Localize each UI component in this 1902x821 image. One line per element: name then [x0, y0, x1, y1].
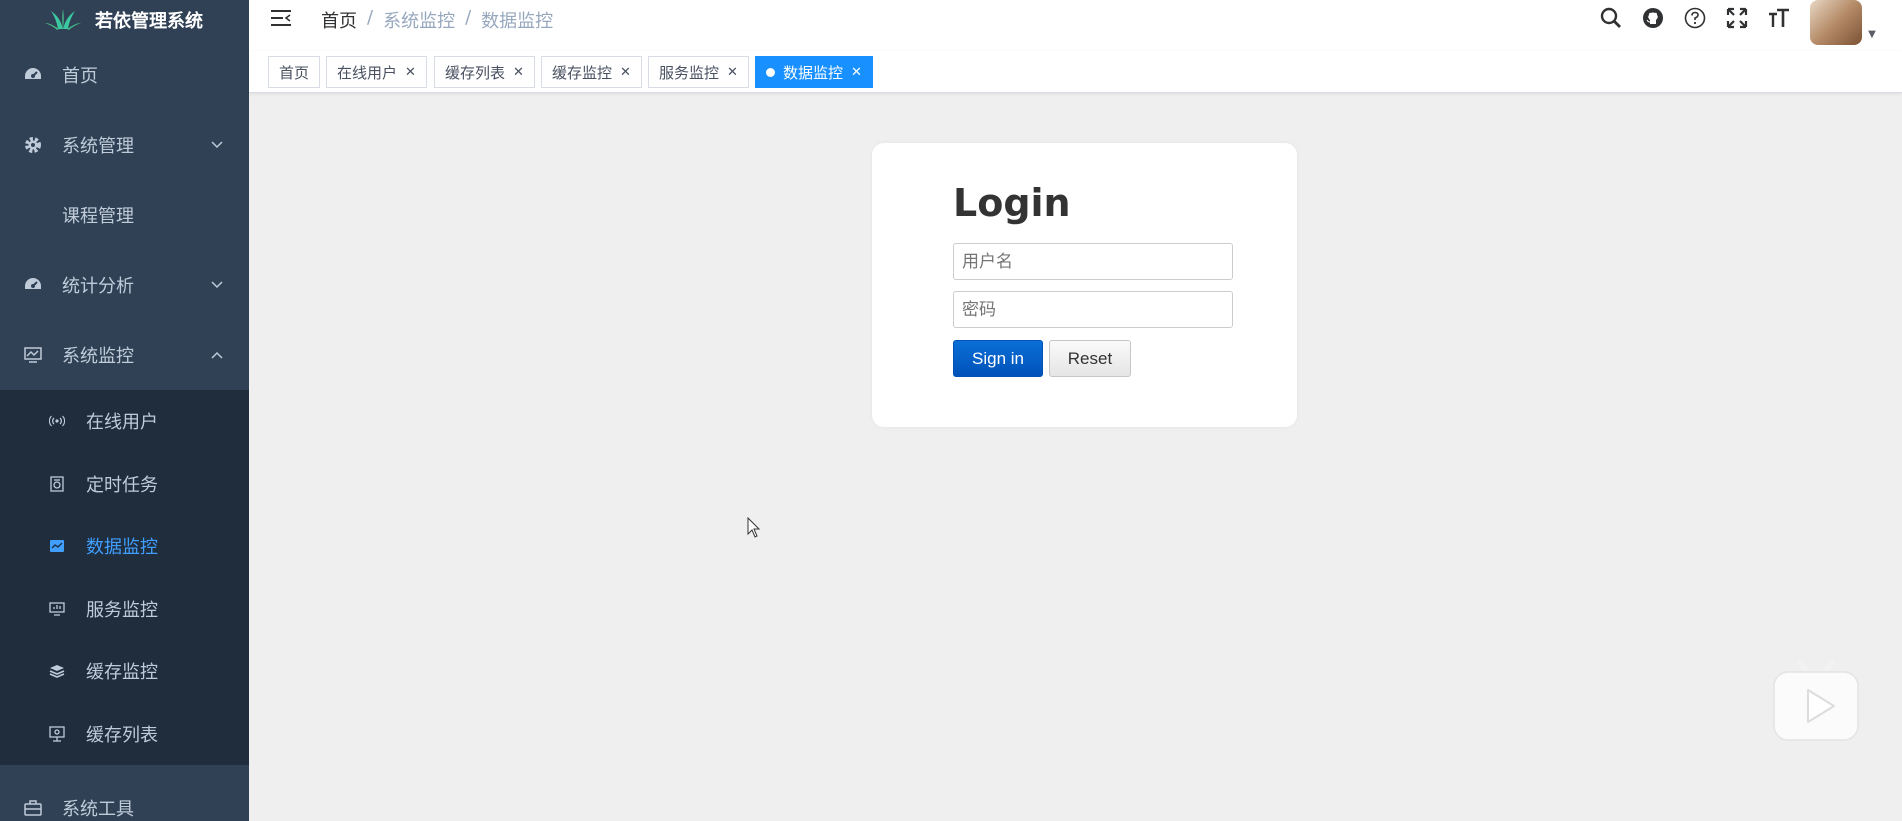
close-icon[interactable]: ✕: [620, 65, 631, 80]
sidebar-item-label: 数据监控: [86, 537, 158, 559]
sidebar-item-label: 系统工具: [62, 799, 134, 820]
tag-server-monitor[interactable]: 服务监控 ✕: [648, 56, 749, 88]
dashboard-icon: [24, 66, 42, 84]
tag-cache-monitor[interactable]: 缓存监控 ✕: [541, 56, 642, 88]
gear-icon: [24, 136, 42, 154]
tag-home[interactable]: 首页: [268, 56, 321, 88]
sidebar-item-label: 定时任务: [86, 474, 158, 496]
sidebar-item-jobs[interactable]: 定时任务: [0, 453, 249, 516]
sign-in-button[interactable]: Sign in: [953, 340, 1043, 377]
sidebar-item-online-users[interactable]: 在线用户: [0, 390, 249, 453]
username-input[interactable]: [953, 243, 1233, 280]
sidebar-item-label: 服务监控: [86, 599, 158, 621]
fullscreen-icon[interactable]: [1716, 0, 1758, 36]
tag-data-monitor[interactable]: 数据监控 ✕: [755, 56, 873, 88]
logo-icon: [45, 9, 81, 30]
sidebar-item-monitor[interactable]: 系统监控: [0, 320, 249, 390]
close-icon[interactable]: ✕: [727, 65, 738, 80]
sidebar: 若依管理系统 首页 系统管理 课程管理 统计分析 系统监控 在线用户 定时任务 …: [0, 0, 249, 821]
caret-down-icon[interactable]: ▼: [1862, 0, 1882, 40]
app-title: 若依管理系统: [95, 11, 203, 32]
close-icon[interactable]: ✕: [851, 65, 862, 80]
play-icon: [1773, 660, 1859, 741]
sidebar-item-system[interactable]: 系统管理: [0, 110, 249, 180]
reset-button[interactable]: Reset: [1049, 340, 1131, 377]
breadcrumb-separator: /: [465, 7, 472, 28]
chevron-up-icon: [211, 348, 223, 362]
breadcrumb-item: 数据监控: [481, 11, 554, 32]
sidebar-logo[interactable]: 若依管理系统: [0, 0, 249, 40]
sidebar-item-cache-monitor[interactable]: 缓存监控: [0, 640, 249, 703]
chevron-down-icon: [211, 138, 223, 152]
sidebar-item-statistics[interactable]: 统计分析: [0, 250, 249, 320]
redis-icon: [49, 663, 65, 679]
navbar: 首页 / 系统监控 / 数据监控 ▼: [249, 0, 1902, 51]
sidebar-item-label: 系统监控: [62, 346, 134, 367]
tag-label: 在线用户: [337, 63, 398, 82]
online-icon: [49, 413, 65, 429]
play-widget[interactable]: [1772, 660, 1860, 742]
toolbox-icon: [24, 799, 42, 817]
breadcrumb-item[interactable]: 首页: [321, 7, 357, 33]
dashboard-icon: [24, 276, 42, 294]
sidebar-item-home[interactable]: 首页: [0, 40, 249, 110]
search-icon[interactable]: [1590, 0, 1632, 36]
druid-icon: [49, 538, 65, 554]
sidebar-item-tools[interactable]: 系统工具: [0, 765, 249, 821]
login-card: Login Sign in Reset: [872, 143, 1297, 427]
tag-label: 服务监控: [659, 63, 720, 82]
help-icon[interactable]: [1674, 0, 1716, 36]
avatar[interactable]: [1810, 0, 1862, 45]
sidebar-item-label: 课程管理: [62, 206, 134, 227]
close-icon[interactable]: ✕: [405, 65, 416, 80]
active-dot-icon: [766, 67, 775, 77]
breadcrumb-item: 系统监控: [383, 11, 456, 32]
font-size-icon[interactable]: [1758, 0, 1800, 36]
monitor-icon: [24, 346, 42, 364]
sidebar-item-label: 首页: [62, 66, 98, 87]
tag-label: 缓存监控: [552, 63, 613, 82]
monitor-submenu: 在线用户 定时任务 数据监控 服务监控 缓存监控 缓存列表: [0, 390, 249, 765]
tags-view: 首页 在线用户 ✕ 缓存列表 ✕ 缓存监控 ✕ 服务监控 ✕ 数据监控 ✕: [249, 51, 1902, 93]
tag-label: 首页: [279, 63, 310, 82]
tag-online-users[interactable]: 在线用户 ✕: [326, 56, 427, 88]
tag-label: 缓存列表: [445, 63, 506, 82]
sidebar-item-label: 统计分析: [62, 276, 134, 297]
sidebar-item-data-monitor[interactable]: 数据监控: [0, 515, 249, 578]
github-icon[interactable]: [1632, 0, 1674, 36]
hamburger-icon[interactable]: [270, 8, 292, 30]
sidebar-item-course[interactable]: 课程管理: [0, 180, 249, 250]
sidebar-item-server-monitor[interactable]: 服务监控: [0, 578, 249, 641]
right-menu: ▼: [1590, 0, 1902, 51]
job-icon: [49, 476, 65, 492]
server-icon: [49, 601, 65, 617]
tag-cache-list[interactable]: 缓存列表 ✕: [434, 56, 535, 88]
redis-list-icon: [49, 726, 65, 742]
sidebar-item-label: 缓存监控: [86, 662, 158, 684]
breadcrumb-separator: /: [367, 7, 374, 28]
chevron-down-icon: [211, 278, 223, 292]
breadcrumb: 首页 / 系统监控 / 数据监控: [321, 7, 553, 33]
password-input[interactable]: [953, 291, 1233, 328]
close-icon[interactable]: ✕: [513, 65, 524, 80]
tag-label: 数据监控: [783, 63, 844, 82]
sidebar-item-label: 在线用户: [86, 412, 158, 434]
cursor-icon: [747, 516, 761, 543]
sidebar-item-cache-list[interactable]: 缓存列表: [0, 703, 249, 766]
sidebar-item-label: 系统管理: [62, 136, 134, 157]
login-title: Login: [953, 181, 1071, 225]
sidebar-item-label: 缓存列表: [86, 724, 158, 746]
